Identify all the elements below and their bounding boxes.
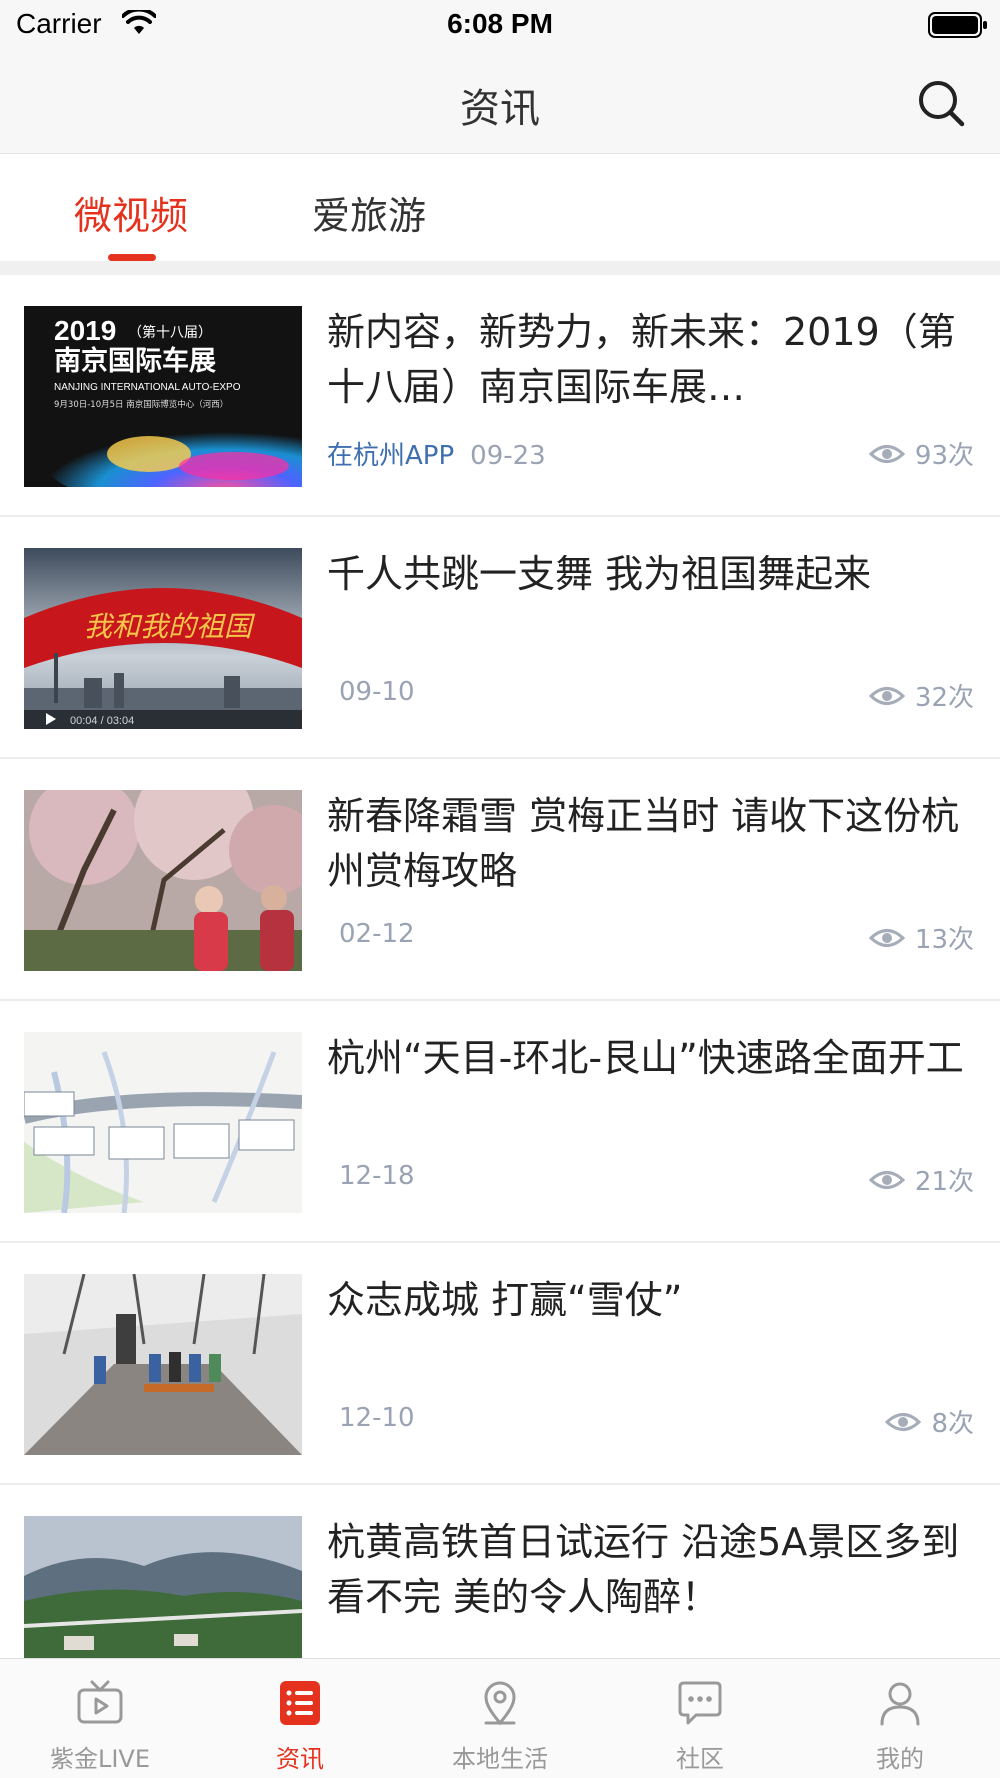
clock: 6:08 PM xyxy=(447,8,553,39)
news-title: 千人共跳一支舞 我为祖国舞起来 xyxy=(327,552,872,596)
view-count: 93次 xyxy=(868,435,974,472)
location-pin-icon xyxy=(484,1681,516,1726)
view-count-label: 93次 xyxy=(914,441,974,471)
news-thumbnail xyxy=(24,1032,302,1213)
news-meta: 12-18 21次 xyxy=(327,1161,977,1201)
thumb-year: 2019 xyxy=(54,315,116,346)
tab-bar-label: 资讯 xyxy=(276,1745,324,1773)
active-tab-indicator xyxy=(108,254,156,261)
section-divider xyxy=(0,261,1000,275)
thumb-timecode: 00:04 / 03:04 xyxy=(70,715,134,727)
search-icon[interactable] xyxy=(916,78,966,128)
news-item[interactable]: 我和我的祖国 00:04 / 03:04 千人共跳一支舞 我为祖国舞起来 09-… xyxy=(0,517,1000,759)
thumb-english: NANJING INTERNATIONAL AUTO-EXPO xyxy=(54,382,241,393)
view-count: 32次 xyxy=(868,677,974,714)
tab-travel[interactable]: 爱旅游 xyxy=(312,185,426,240)
news-thumbnail: 2019 （第十八届） 南京国际车展 NANJING INTERNATIONAL… xyxy=(24,306,302,487)
tab-bar-local-life[interactable]: 本地生活 xyxy=(400,1659,600,1778)
category-tabs: 微视频 爱旅游 xyxy=(0,155,1000,261)
news-list: 2019 （第十八届） 南京国际车展 NANJING INTERNATIONAL… xyxy=(0,275,1000,1658)
news-title: 杭州“天目-环北-艮山”快速路全面开工 xyxy=(327,1036,964,1080)
person-icon xyxy=(880,1682,920,1726)
news-title: 新春降霜雪 赏梅正当时 请收下这份杭州赏梅攻略 xyxy=(327,794,960,893)
view-count-label: 13次 xyxy=(914,925,974,955)
news-item[interactable]: 杭黄高铁首日试运行 沿途5A景区多到看不完 美的令人陶醉！ xyxy=(0,1485,1000,1658)
news-item[interactable]: 众志成城 打赢“雪仗” 12-10 8次 xyxy=(0,1243,1000,1485)
tab-bar-label: 社区 xyxy=(676,1745,724,1773)
eye-icon xyxy=(885,1412,922,1431)
news-title: 新内容，新势力，新未来：2019（第十八届）南京国际车展… xyxy=(327,310,956,409)
news-thumbnail xyxy=(24,790,302,971)
tab-micro-video[interactable]: 微视频 xyxy=(74,185,188,240)
news-item[interactable]: 2019 （第十八届） 南京国际车展 NANJING INTERNATIONAL… xyxy=(0,275,1000,517)
view-count-label: 21次 xyxy=(914,1167,974,1197)
news-date: 09-23 xyxy=(470,441,546,471)
news-meta: 02-12 13次 xyxy=(327,919,977,959)
news-meta: 12-10 8次 xyxy=(327,1403,977,1443)
tab-bar-live[interactable]: 紫金LIVE xyxy=(0,1659,200,1778)
chat-bubble-icon xyxy=(678,1681,722,1725)
news-date: 02-12 xyxy=(339,919,415,949)
thumb-dates: 9月30日-10月5日 南京国际博览中心（河西） xyxy=(54,399,228,410)
status-bar: Carrier 6:08 PM xyxy=(0,0,1000,50)
news-item[interactable]: 杭州“天目-环北-艮山”快速路全面开工 12-18 21次 xyxy=(0,1001,1000,1243)
view-count-label: 8次 xyxy=(931,1409,974,1439)
tab-bar: 紫金LIVE 资讯 本地生活 社区 我的 xyxy=(0,1658,1000,1778)
tab-bar-label: 我的 xyxy=(876,1745,924,1773)
news-title: 众志成城 打赢“雪仗” xyxy=(327,1278,683,1322)
news-date: 09-10 xyxy=(339,677,415,707)
view-count: 21次 xyxy=(868,1161,974,1198)
tab-bar-label: 紫金LIVE xyxy=(49,1745,151,1773)
tab-bar-me[interactable]: 我的 xyxy=(800,1659,1000,1778)
news-meta: 在杭州APP 09-23 93次 xyxy=(327,435,977,475)
news-thumbnail xyxy=(24,1516,302,1658)
news-item[interactable]: 新春降霜雪 赏梅正当时 请收下这份杭州赏梅攻略 02-12 13次 xyxy=(0,759,1000,1001)
news-source[interactable]: 在杭州APP xyxy=(327,441,454,471)
news-date: 12-18 xyxy=(339,1161,415,1191)
view-count: 8次 xyxy=(885,1403,974,1440)
tv-icon xyxy=(77,1680,123,1724)
thumb-expo-name: 南京国际车展 xyxy=(54,345,216,377)
thumb-edition: （第十八届） xyxy=(128,324,212,341)
page-title: 资讯 xyxy=(460,86,540,132)
news-thumbnail: 我和我的祖国 00:04 / 03:04 xyxy=(24,548,302,729)
battery-icon xyxy=(928,12,987,38)
news-title: 杭黄高铁首日试运行 沿途5A景区多到看不完 美的令人陶醉！ xyxy=(327,1520,960,1619)
tab-bar-community[interactable]: 社区 xyxy=(600,1659,800,1778)
nav-bar: 资讯 xyxy=(0,50,1000,154)
tab-bar-news[interactable]: 资讯 xyxy=(200,1659,400,1778)
tab-bar-label: 本地生活 xyxy=(452,1745,548,1773)
eye-icon xyxy=(868,1170,905,1189)
eye-icon xyxy=(868,928,905,947)
news-date: 12-10 xyxy=(339,1403,415,1433)
eye-icon xyxy=(868,686,905,705)
eye-icon xyxy=(868,444,905,463)
news-thumbnail xyxy=(24,1274,302,1455)
thumb-banner: 我和我的祖国 xyxy=(84,610,256,643)
view-count: 13次 xyxy=(868,919,974,956)
news-meta: 09-10 32次 xyxy=(327,677,977,717)
view-count-label: 32次 xyxy=(914,683,974,713)
news-list-icon xyxy=(280,1681,320,1725)
